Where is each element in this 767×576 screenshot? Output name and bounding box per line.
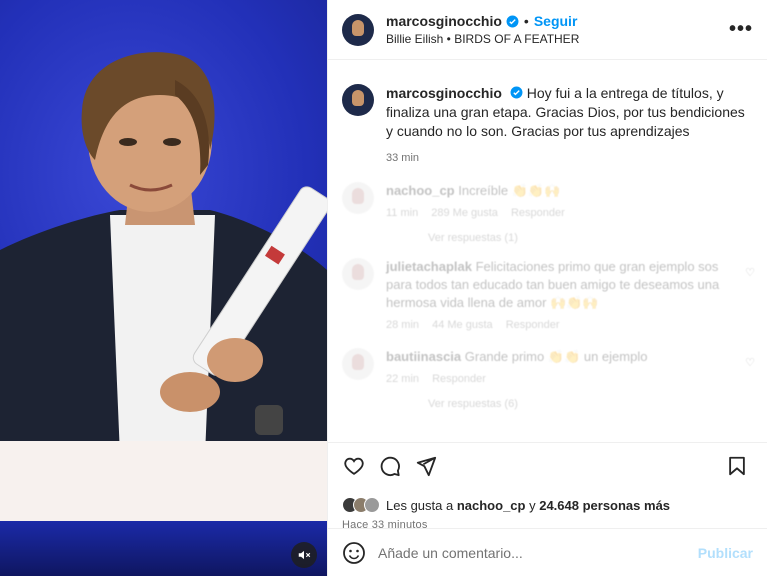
comment-item: bautiinascia Grande primo 👏👏 un ejemplo …: [342, 348, 755, 388]
comment-avatar[interactable]: [342, 258, 374, 290]
comment-meta: 22 min Responder: [386, 370, 726, 388]
post-actions: Les gusta a nachoo_cp y 24.648 personas …: [328, 442, 767, 531]
emoji-icon: [343, 541, 365, 564]
comment-time: 11 min: [386, 207, 419, 219]
likes-prefix: Les gusta a: [386, 497, 454, 513]
comment-bubble-icon: [380, 456, 400, 477]
comment-likes[interactable]: 44 Me gusta: [432, 319, 493, 331]
heart-icon: [344, 457, 364, 475]
separator-dot: •: [523, 13, 529, 29]
comment-time: 22 min: [386, 373, 420, 385]
comment-avatar[interactable]: [342, 182, 374, 214]
comment-text: Grande primo 👏👏 un ejemplo: [464, 349, 648, 364]
comment-likes[interactable]: 289 Me gusta: [431, 207, 498, 219]
caption-overlay-strip: [0, 441, 327, 521]
reply-button[interactable]: Responder: [432, 373, 486, 385]
comment-text: Increíble 👏👏🙌: [458, 183, 561, 198]
action-icons: [342, 453, 753, 479]
caption-avatar[interactable]: [342, 84, 374, 116]
paper-plane-icon: [416, 456, 437, 477]
share-button[interactable]: [414, 454, 438, 478]
post-panel: marcosginocchio • Seguir Billie Eilish •…: [327, 0, 767, 576]
comment-username[interactable]: bautiinascia: [386, 349, 461, 364]
comment-username[interactable]: nachoo_cp: [386, 183, 455, 198]
comment-time: 28 min: [386, 319, 420, 331]
comments-list: nachoo_cp Increíble 👏👏🙌 11 min 289 Me gu…: [328, 182, 767, 410]
emoji-button[interactable]: [342, 541, 366, 565]
likes-summary: Les gusta a nachoo_cp y 24.648 personas …: [342, 497, 753, 513]
caption-content: marcosginocchio Hoy fui a la entrega de …: [374, 84, 753, 168]
author-avatar[interactable]: [342, 13, 374, 46]
post-caption: marcosginocchio Hoy fui a la entrega de …: [328, 60, 767, 168]
comment-item: nachoo_cp Increíble 👏👏🙌 11 min 289 Me gu…: [342, 182, 753, 222]
reply-button[interactable]: Responder: [511, 207, 565, 219]
mute-button[interactable]: [291, 542, 317, 568]
comment-composer: Publicar: [328, 528, 767, 576]
liker-avatars: [342, 497, 380, 513]
caption-text-wrap: marcosginocchio Hoy fui a la entrega de …: [386, 84, 753, 168]
comment-input[interactable]: [378, 544, 698, 561]
save-button[interactable]: [725, 454, 749, 478]
comment-item: julietachaplak Felicitaciones primo que …: [342, 258, 755, 334]
bookmark-icon: [729, 456, 745, 476]
comment-button[interactable]: [378, 454, 402, 478]
media-bottom: [0, 521, 327, 576]
comment-avatar[interactable]: [342, 348, 374, 380]
comment-body: julietachaplak Felicitaciones primo que …: [386, 258, 726, 334]
caption-username[interactable]: marcosginocchio: [386, 85, 502, 101]
post-media[interactable]: [0, 0, 327, 576]
view-replies[interactable]: Ver respuestas (1): [428, 232, 753, 244]
comment-body: bautiinascia Grande primo 👏👏 un ejemplo …: [386, 348, 726, 388]
comment-meta: 28 min 44 Me gusta Responder: [386, 316, 726, 334]
likes-count[interactable]: 24.648 personas más: [539, 498, 670, 513]
liker-avatar: [364, 497, 380, 513]
speaker-muted-icon: [298, 550, 311, 560]
header-row: marcosginocchio • Seguir: [386, 13, 729, 29]
comment-like-icon[interactable]: ♡: [745, 356, 755, 369]
caption-time: 33 min: [386, 152, 420, 164]
author-username[interactable]: marcosginocchio: [386, 13, 502, 29]
header-text: marcosginocchio • Seguir Billie Eilish •…: [386, 13, 729, 46]
reply-button[interactable]: Responder: [506, 319, 560, 331]
publish-button[interactable]: Publicar: [698, 545, 753, 561]
verified-badge-icon: [506, 15, 519, 27]
more-options-button[interactable]: •••: [729, 18, 753, 41]
post-header: marcosginocchio • Seguir Billie Eilish •…: [328, 0, 767, 60]
like-button[interactable]: [342, 454, 366, 478]
comment-body: nachoo_cp Increíble 👏👏🙌 11 min 289 Me gu…: [386, 182, 726, 222]
verified-badge-icon: [510, 86, 523, 99]
comment-meta: 11 min 289 Me gusta Responder: [386, 204, 726, 222]
view-replies[interactable]: Ver respuestas (6): [428, 398, 753, 410]
likes-connector: y: [529, 497, 536, 513]
comment-username[interactable]: julietachaplak: [386, 259, 472, 274]
comment-like-icon[interactable]: ♡: [745, 266, 755, 279]
follow-button[interactable]: Seguir: [534, 13, 578, 29]
likes-user[interactable]: nachoo_cp: [457, 498, 526, 513]
audio-link[interactable]: Billie Eilish • BIRDS OF A FEATHER: [386, 32, 729, 46]
